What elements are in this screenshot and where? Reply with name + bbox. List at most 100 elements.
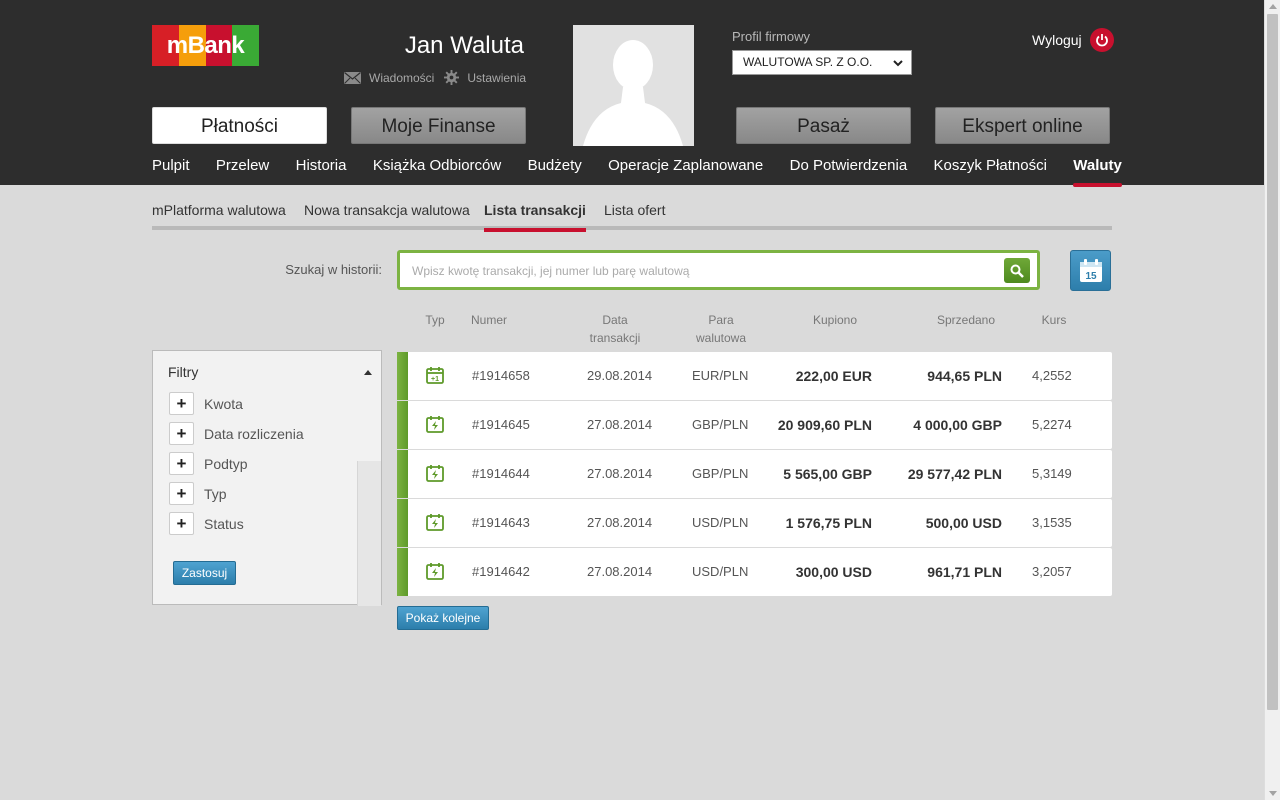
search-icon — [1010, 264, 1024, 278]
tab-ekspert-online[interactable]: Ekspert online — [935, 107, 1110, 144]
tab-pasaz[interactable]: Pasaż — [736, 107, 911, 144]
cell-date: 27.08.2014 — [587, 417, 653, 432]
calendar-bolt-icon — [426, 464, 444, 485]
filter-podtyp[interactable]: + Podtyp — [169, 452, 248, 475]
logout-link[interactable]: Wyloguj — [1032, 28, 1114, 52]
table-row[interactable]: #1914642 27.08.2014 USD/PLN 300,00 USD 961,7… — [397, 548, 1112, 596]
table-row[interactable]: #1914645 27.08.2014 GBP/PLN 20 909,60 PLN 4 … — [397, 401, 1112, 449]
row-status-bar — [397, 352, 408, 400]
user-name: Jan Waluta — [404, 32, 524, 59]
calendar-bolt-icon — [426, 513, 444, 534]
subnav-nowa-transakcja[interactable]: Nowa transakcja walutowa — [304, 202, 470, 228]
table-row[interactable]: #1914644 27.08.2014 GBP/PLN 5 565,00 GBP 29 … — [397, 450, 1112, 498]
col-header-date: Data transakcji — [589, 313, 641, 345]
filters-panel: Filtry + Kwota + Data rozliczenia + Podt… — [152, 350, 382, 606]
cell-number: #1914658 — [472, 368, 530, 383]
cell-rate: 4,2552 — [1032, 368, 1072, 383]
envelope-icon — [344, 71, 361, 84]
cell-date: 27.08.2014 — [587, 564, 653, 579]
gear-icon — [444, 70, 460, 85]
cell-bought: 300,00 USD — [795, 564, 872, 580]
nav-koszyk-platnosci[interactable]: Koszyk Płatności — [934, 157, 1047, 185]
cell-pair: USD/PLN — [692, 564, 749, 579]
settings-label: Ustawienia — [467, 70, 527, 85]
cell-rate: 3,2057 — [1032, 564, 1072, 579]
cell-bought: 1 576,75 PLN — [785, 515, 872, 531]
cell-sold: 944,65 PLN — [927, 368, 1002, 384]
page-scrollbar[interactable] — [1264, 0, 1280, 800]
nav-historia[interactable]: Historia — [296, 157, 347, 185]
messages-link[interactable]: Wiadomości — [344, 71, 434, 85]
nav-budzety[interactable]: Budżety — [528, 157, 582, 185]
cell-number: #1914645 — [472, 417, 530, 432]
nav-ksiazka-odbiorcow[interactable]: Książka Odbiorców — [373, 157, 501, 185]
plus-icon[interactable]: + — [169, 392, 194, 415]
nav-pulpit[interactable]: Pulpit — [152, 157, 190, 185]
collapse-arrow-icon[interactable] — [364, 370, 372, 375]
cell-rate: 3,1535 — [1032, 515, 1072, 530]
apply-filters-button[interactable]: Zastosuj — [173, 561, 236, 585]
plus-icon[interactable]: + — [169, 452, 194, 475]
filter-label: Kwota — [204, 395, 243, 412]
scroll-up-arrow-icon[interactable] — [1269, 4, 1277, 9]
tab-moje-finanse[interactable]: Moje Finanse — [351, 107, 526, 144]
search-box — [397, 250, 1040, 290]
filter-label: Typ — [204, 485, 227, 502]
scroll-down-arrow-icon[interactable] — [1269, 791, 1277, 796]
cell-rate: 5,2274 — [1032, 417, 1072, 432]
plus-icon[interactable]: + — [169, 512, 194, 535]
col-header-rate: Kurs — [1041, 313, 1067, 327]
svg-text:+1: +1 — [431, 376, 439, 383]
search-button[interactable] — [1004, 258, 1030, 283]
filter-kwota[interactable]: + Kwota — [169, 392, 243, 415]
cell-bought: 5 565,00 GBP — [783, 466, 872, 482]
cell-date: 27.08.2014 — [587, 515, 653, 530]
main-nav: Pulpit Przelew Historia Książka Odbiorcó… — [152, 157, 1122, 187]
show-more-button[interactable]: Pokaż kolejne — [397, 606, 489, 630]
subnav-lista-ofert[interactable]: Lista ofert — [604, 202, 665, 228]
nav-waluty[interactable]: Waluty — [1073, 157, 1122, 187]
cell-pair: USD/PLN — [692, 515, 749, 530]
cell-number: #1914642 — [472, 564, 530, 579]
subnav-mplatforma[interactable]: mPlatforma walutowa — [152, 202, 286, 228]
cell-sold: 500,00 USD — [925, 515, 1002, 531]
filter-data-rozliczenia[interactable]: + Data rozliczenia — [169, 422, 304, 445]
plus-icon[interactable]: + — [169, 482, 194, 505]
cell-pair: GBP/PLN — [692, 417, 749, 432]
col-header-bought: Kupiono — [812, 313, 858, 327]
calendar-plus1-icon: +1 — [426, 366, 444, 387]
calendar-button[interactable]: 15 — [1070, 250, 1111, 291]
tab-platnosci[interactable]: Płatności — [152, 107, 327, 144]
logout-label: Wyloguj — [1032, 32, 1082, 48]
search-label: Szukaj w historii: — [285, 262, 382, 277]
nav-przelew[interactable]: Przelew — [216, 157, 269, 185]
chevron-down-icon — [893, 60, 903, 67]
plus-icon[interactable]: + — [169, 422, 194, 445]
filter-typ[interactable]: + Typ — [169, 482, 227, 505]
avatar[interactable] — [573, 25, 694, 146]
nav-operacje-zaplanowane[interactable]: Operacje Zaplanowane — [608, 157, 763, 185]
table-row[interactable]: +1 #1914658 29.08.2014 EUR/PLN 222,00 EUR 944… — [397, 352, 1112, 400]
calendar-bolt-icon — [426, 415, 444, 436]
settings-link[interactable]: Ustawienia — [444, 70, 526, 85]
calendar-bolt-icon — [426, 562, 444, 583]
filter-label: Data rozliczenia — [204, 425, 304, 442]
sub-nav: mPlatforma walutowa Nowa transakcja walu… — [152, 200, 1112, 232]
nav-do-potwierdzenia[interactable]: Do Potwierdzenia — [790, 157, 908, 185]
power-icon[interactable] — [1089, 28, 1114, 52]
profile-label: Profil firmowy — [732, 29, 811, 44]
search-input[interactable] — [412, 261, 1002, 281]
cell-pair: EUR/PLN — [692, 368, 749, 383]
company-profile-value: WALUTOWA SP. Z O.O. — [743, 55, 873, 69]
subnav-lista-transakcji[interactable]: Lista transakcji — [484, 202, 586, 232]
filter-label: Status — [204, 515, 244, 532]
scrollbar-thumb[interactable] — [1267, 14, 1278, 710]
cell-date: 29.08.2014 — [587, 368, 653, 383]
table-row[interactable]: #1914643 27.08.2014 USD/PLN 1 576,75 PLN 500… — [397, 499, 1112, 547]
company-profile-select[interactable]: WALUTOWA SP. Z O.O. — [732, 50, 912, 75]
mbank-logo[interactable]: mBank — [152, 25, 259, 66]
col-header-pair: Para walutowa — [695, 313, 747, 345]
filter-status[interactable]: + Status — [169, 512, 244, 535]
messages-label: Wiadomości — [369, 70, 435, 85]
filters-scrollbar[interactable] — [357, 461, 381, 606]
